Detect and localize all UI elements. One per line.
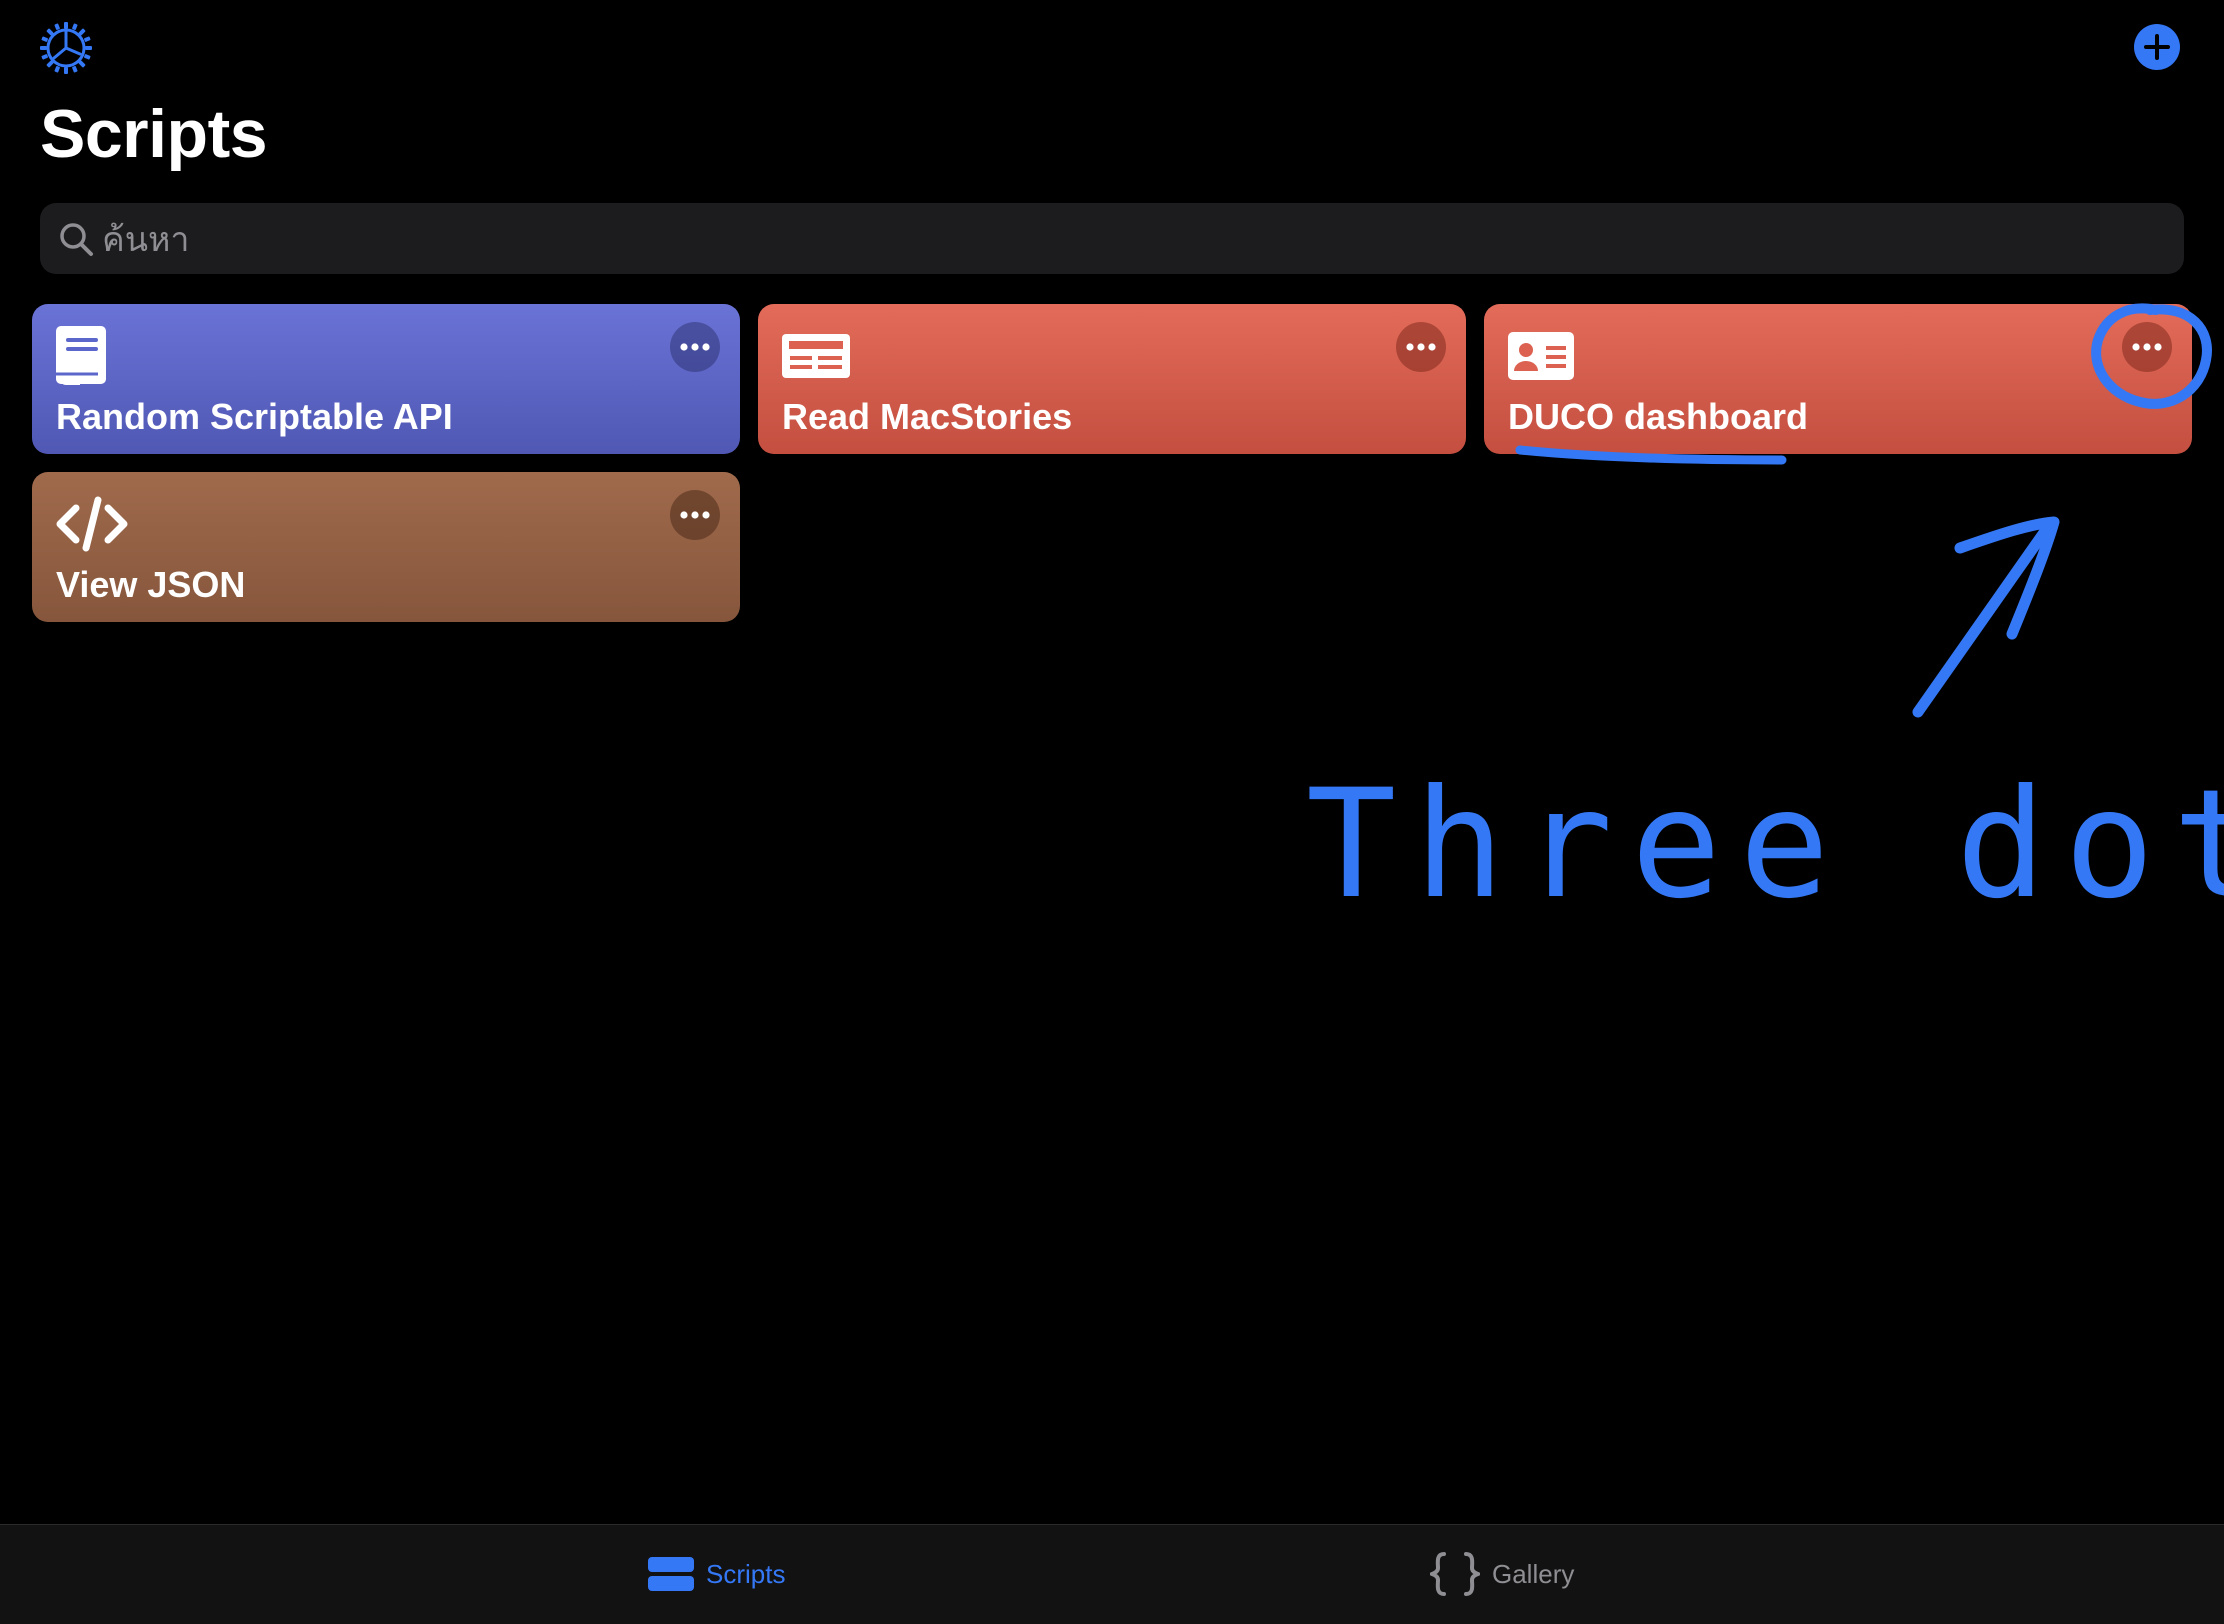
book-cover-icon — [56, 326, 106, 384]
script-title: DUCO dashboard — [1508, 396, 1809, 437]
tab-scripts[interactable]: Scripts — [648, 1551, 788, 1599]
more-options-button[interactable] — [1396, 322, 1446, 372]
plus-circle-icon — [2134, 24, 2180, 70]
tab-gallery[interactable]: Gallery — [1430, 1551, 1580, 1599]
annotation-text: Three dot — [1306, 758, 2224, 932]
tab-bar: Scripts Gallery — [0, 1524, 2224, 1624]
settings-button[interactable] — [38, 20, 94, 76]
page-title: Scripts — [40, 96, 268, 172]
more-options-button[interactable] — [670, 490, 720, 540]
script-title: Random Scriptable API — [56, 396, 453, 437]
script-card-random-scriptable-api[interactable]: Random Scriptable API — [32, 304, 740, 454]
ellipsis-icon — [2132, 343, 2162, 351]
braces-icon — [1430, 1552, 1480, 1596]
more-options-button[interactable] — [670, 322, 720, 372]
newspaper-icon — [782, 334, 850, 378]
script-title: Read MacStories — [782, 396, 1073, 437]
script-card-read-macstories[interactable]: Read MacStories — [758, 304, 1466, 454]
scripts-screen: Scripts Random Scriptable API — [0, 0, 2224, 1624]
gear-icon — [40, 22, 92, 74]
tab-label: Gallery — [1492, 1559, 1575, 1589]
script-title: View JSON — [56, 564, 246, 605]
contact-card-icon — [1508, 332, 1574, 380]
ellipsis-icon — [680, 343, 710, 351]
search-input[interactable] — [100, 211, 2164, 268]
ellipsis-icon — [1406, 343, 1436, 351]
annotation-arrowhead — [1954, 516, 2060, 640]
tab-label: Scripts — [706, 1559, 786, 1589]
search-icon — [60, 223, 93, 256]
ellipsis-icon — [680, 511, 710, 519]
list-icon — [648, 1557, 694, 1591]
add-script-button[interactable] — [2134, 24, 2180, 70]
script-card-view-json[interactable]: View JSON — [32, 472, 740, 622]
more-options-button[interactable] — [2122, 322, 2172, 372]
script-card-duco-dashboard[interactable]: DUCO dashboard — [1484, 304, 2192, 454]
search-bar[interactable] — [40, 203, 2184, 274]
code-icon — [56, 496, 128, 552]
annotation-arrow — [1912, 518, 2056, 718]
